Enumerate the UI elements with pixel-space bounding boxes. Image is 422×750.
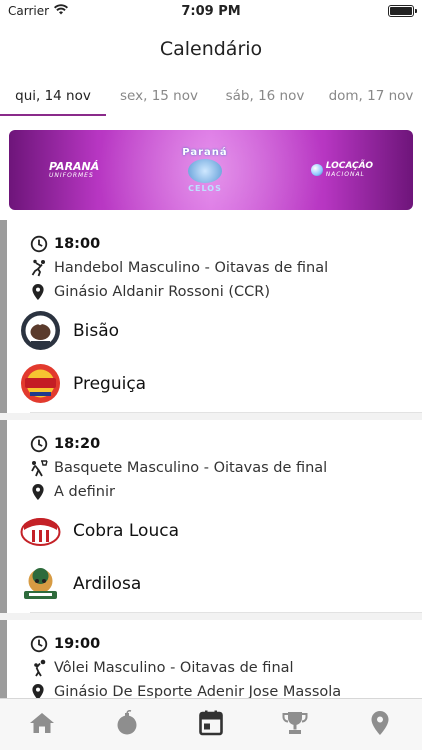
team-ardilosa-logo: [20, 563, 61, 604]
location-pin-icon: [30, 682, 52, 698]
tab-locations[interactable]: [338, 699, 422, 750]
clock-icon: [30, 434, 52, 454]
sponsor-left-logo: PARANÁ UNIFORMES: [49, 160, 100, 179]
location-pin-icon: [30, 482, 52, 502]
carrier-label: Carrier: [8, 4, 50, 18]
clock-icon: [30, 634, 52, 654]
game-location: Ginásio Aldanir Rossoni (CCR): [54, 284, 270, 300]
home-team-name: Bisão: [73, 320, 120, 341]
tab-trophy[interactable]: [253, 699, 337, 750]
game-time-row: 19:00: [30, 632, 422, 656]
away-team-name: Ardilosa: [73, 573, 142, 594]
game-location-row: A definir: [30, 480, 422, 504]
game-sport-row: Basquete Masculino - Oitavas de final: [30, 456, 422, 480]
game-time-row: 18:20: [30, 432, 422, 456]
clock-icon: [30, 234, 52, 254]
page-title: Calendário: [159, 38, 263, 60]
team-bisao-logo: [20, 310, 61, 351]
game-location-row: Ginásio Aldanir Rossoni (CCR): [30, 280, 422, 304]
wifi-icon: [54, 4, 69, 18]
card-divider: [30, 612, 422, 613]
home-icon: [29, 712, 55, 738]
location-pin-icon: [30, 282, 52, 302]
game-time: 18:20: [54, 436, 101, 452]
game-sport: Handebol Masculino - Oitavas de final: [54, 260, 329, 276]
home-team-name: Cobra Louca: [73, 520, 179, 541]
sponsor-banner[interactable]: PARANÁ UNIFORMES Paraná CELOS LOCAÇÃO NAC…: [9, 130, 413, 210]
game-sport: Basquete Masculino - Oitavas de final: [54, 460, 328, 476]
team-preguica-logo: [20, 363, 61, 404]
game-location-row: Ginásio De Esporte Adenir Jose Massola: [30, 680, 422, 698]
tab-games[interactable]: [84, 699, 168, 750]
tab-bar: [0, 698, 422, 750]
tab-date-2[interactable]: sex, 15 nov: [106, 76, 212, 116]
game-card[interactable]: 18:00 Handebol Masculino - Oitavas de fi…: [0, 220, 422, 413]
status-time: 7:09 PM: [181, 3, 241, 19]
game-sport-row: Handebol Masculino - Oitavas de final: [30, 256, 422, 280]
navigation-bar: Calendário: [0, 22, 422, 76]
game-location: Ginásio De Esporte Adenir Jose Massola: [54, 684, 342, 698]
status-left: Carrier: [8, 4, 128, 18]
away-team-row: Ardilosa: [20, 557, 422, 610]
sponsor-right-logo: LOCAÇÃO NACIONAL: [310, 161, 373, 178]
calendar-icon: [199, 710, 223, 740]
games-list: 18:00 Handebol Masculino - Oitavas de fi…: [0, 220, 422, 698]
team-cobra-louca-logo: [20, 510, 61, 551]
status-bar: Carrier 7:09 PM: [0, 0, 422, 22]
home-team-row: Cobra Louca: [20, 504, 422, 557]
card-divider: [30, 412, 422, 413]
game-time: 18:00: [54, 236, 101, 252]
game-sport-row: Vôlei Masculino - Oitavas de final: [30, 656, 422, 680]
volleyball-icon: [30, 658, 52, 678]
date-tabs: qui, 14 nov sex, 15 nov sáb, 16 nov dom,…: [0, 76, 422, 116]
away-team-name: Preguiça: [73, 373, 147, 394]
tab-date-1[interactable]: qui, 14 nov: [0, 76, 106, 116]
battery-icon: [387, 5, 417, 17]
globe-icon: [310, 163, 323, 176]
home-team-row: Bisão: [20, 304, 422, 357]
game-time-row: 18:00: [30, 232, 422, 256]
tab-date-3[interactable]: sáb, 16 nov: [212, 76, 318, 116]
handball-icon: [30, 258, 52, 278]
game-card[interactable]: 19:00 Vôlei Masculino - Oitavas de final…: [0, 620, 422, 698]
tab-calendar[interactable]: [169, 699, 253, 750]
game-sport: Vôlei Masculino - Oitavas de final: [54, 660, 294, 676]
game-card[interactable]: 18:20 Basquete Masculino - Oitavas de fi…: [0, 420, 422, 613]
game-time: 19:00: [54, 636, 101, 652]
trophy-icon: [282, 711, 308, 739]
game-location: A definir: [54, 484, 115, 500]
tab-home[interactable]: [0, 699, 84, 750]
basketball-icon: [30, 458, 52, 478]
banner-container: PARANÁ UNIFORMES Paraná CELOS LOCAÇÃO NAC…: [0, 116, 422, 220]
location-icon: [370, 710, 390, 740]
status-right: [294, 5, 417, 17]
away-team-row: Preguiça: [20, 357, 422, 410]
tab-date-4[interactable]: dom, 17 nov: [318, 76, 422, 116]
event-logo: Paraná CELOS: [182, 147, 228, 193]
bomb-icon: [115, 709, 139, 740]
